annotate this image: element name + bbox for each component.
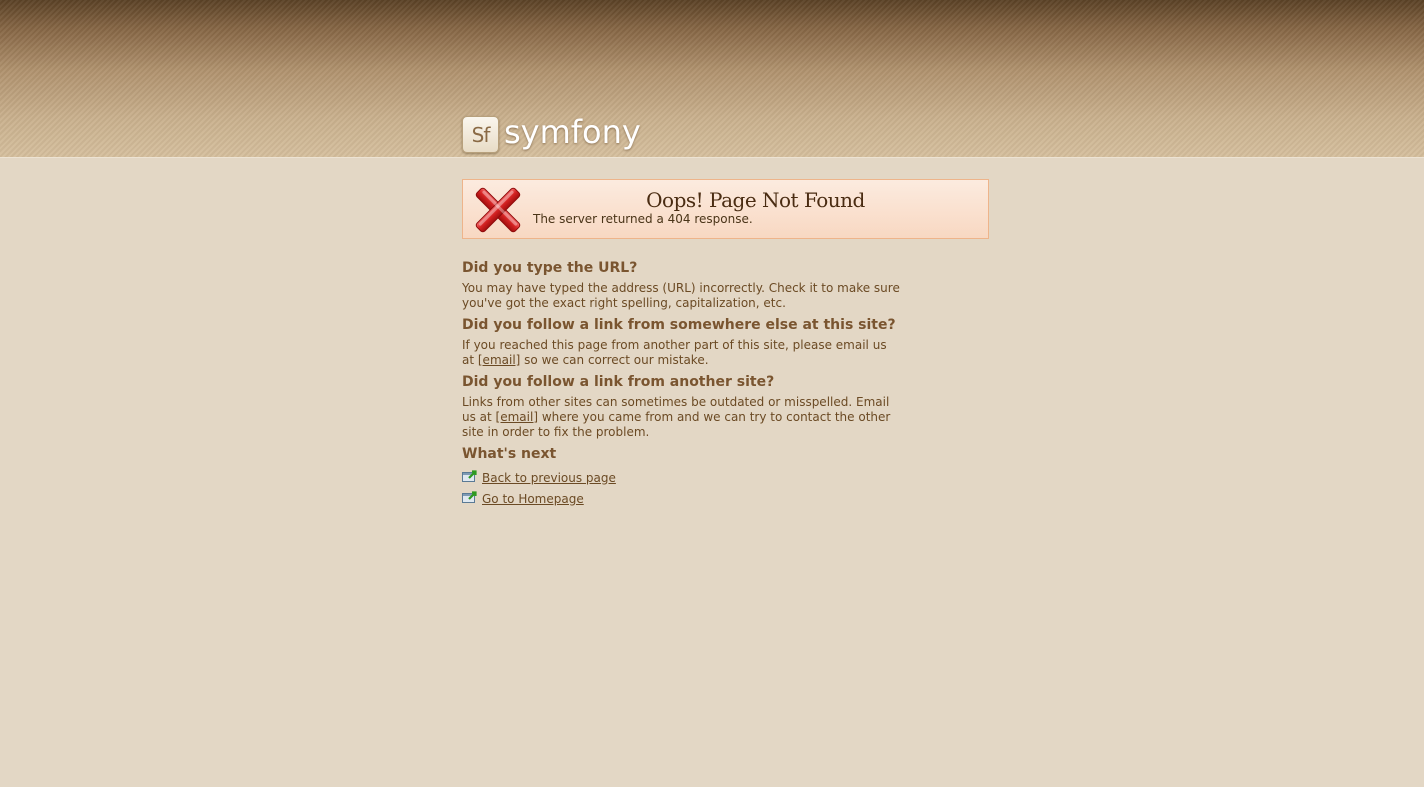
arrow-link-icon [462,469,477,482]
section-heading-internal-link: Did you follow a link from somewhere els… [462,317,896,333]
email-link[interactable]: [email] [496,410,538,424]
text-fragment: so we can correct our mistake. [520,353,709,367]
whats-next-heading: What's next [462,446,557,462]
section-heading-url: Did you type the URL? [462,260,638,276]
list-item: Go to Homepage [462,488,902,509]
error-box: Oops! Page Not Found The server returned… [462,179,989,239]
list-item: Back to previous page [462,467,902,488]
header-band [0,0,1424,158]
arrow-link-icon [462,490,477,503]
go-to-homepage-link[interactable]: Go to Homepage [482,492,584,506]
section-text-internal-link: If you reached this page from another pa… [462,338,902,368]
symfony-logo[interactable]: Sf symfony [462,115,641,154]
next-links-list: Back to previous page Go to Homepage [462,467,902,509]
red-x-icon [475,187,521,233]
section-heading-external-link: Did you follow a link from another site? [462,374,775,390]
back-to-previous-link[interactable]: Back to previous page [482,471,616,485]
email-link[interactable]: [email] [478,353,520,367]
error-subtitle: The server returned a 404 response. [533,212,753,226]
help-content: Did you type the URL? You may have typed… [462,258,902,509]
error-title: Oops! Page Not Found [646,188,865,212]
logo-text: symfony [504,112,641,151]
section-text-external-link: Links from other sites can sometimes be … [462,395,902,440]
logo-badge: Sf [462,116,499,153]
section-text-url: You may have typed the address (URL) inc… [462,281,900,310]
